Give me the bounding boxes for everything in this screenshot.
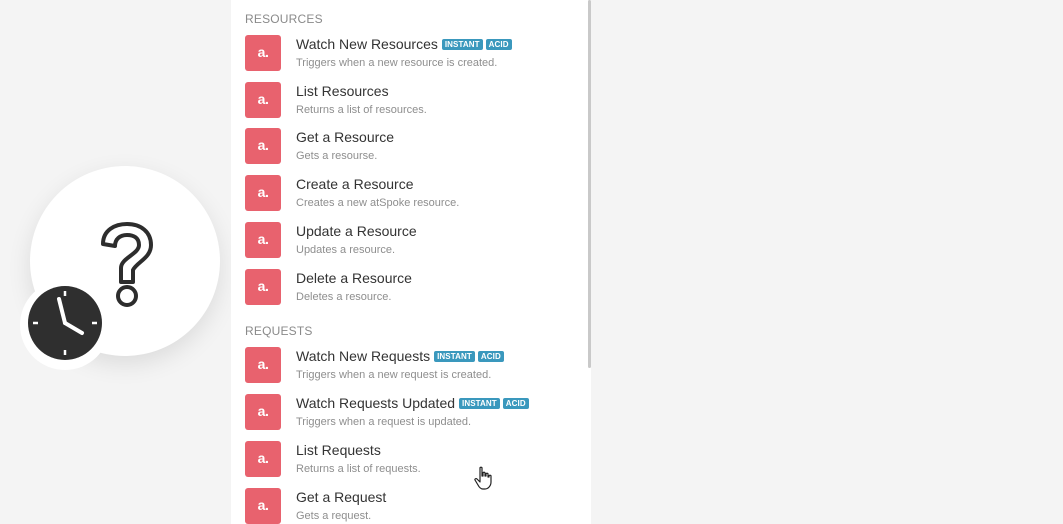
module-description: Gets a resourse. (296, 150, 378, 162)
module-description: Returns a list of requests. (296, 463, 421, 475)
acid-badge: ACID (485, 38, 512, 50)
atspoke-app-icon: a. (245, 222, 281, 258)
module-item-delete-a-resource[interactable]: a. Delete a Resource Deletes a resource. (245, 269, 575, 313)
module-title: Watch New Resources INSTANT ACID (296, 36, 512, 52)
module-item-get-a-resource[interactable]: a. Get a Resource Gets a resourse. (245, 128, 575, 172)
module-description: Creates a new atSpoke resource. (296, 197, 460, 209)
module-title: Watch Requests Updated INSTANT ACID (296, 395, 529, 411)
module-description: Triggers when a new resource is created. (296, 57, 498, 69)
atspoke-app-icon: a. (245, 394, 281, 430)
module-list-panel: RESOURCES a. Watch New Resources INSTANT… (231, 0, 591, 524)
module-item-list-requests[interactable]: a. List Requests Returns a list of reque… (245, 441, 575, 485)
module-item-watch-new-resources[interactable]: a. Watch New Resources INSTANT ACID Trig… (245, 35, 575, 79)
atspoke-app-icon: a. (245, 128, 281, 164)
atspoke-app-icon: a. (245, 347, 281, 383)
atspoke-app-icon: a. (245, 441, 281, 477)
module-description: Deletes a resource. (296, 291, 392, 303)
module-item-watch-requests-updated[interactable]: a. Watch Requests Updated INSTANT ACID T… (245, 394, 575, 438)
acid-badge: ACID (477, 350, 504, 362)
module-title: Watch New Requests INSTANT ACID (296, 348, 504, 364)
scrollbar-thumb[interactable] (588, 0, 591, 368)
module-item-create-a-resource[interactable]: a. Create a Resource Creates a new atSpo… (245, 175, 575, 219)
hand-cursor-icon (474, 466, 492, 490)
atspoke-app-icon: a. (245, 82, 281, 118)
module-description: Gets a request. (296, 510, 372, 522)
section-header-resources: RESOURCES (245, 12, 323, 26)
module-item-update-a-resource[interactable]: a. Update a Resource Updates a resource. (245, 222, 575, 266)
module-description: Updates a resource. (296, 244, 396, 256)
instant-badge: INSTANT (441, 38, 483, 50)
schedule-badge[interactable] (20, 280, 110, 370)
module-item-list-resources[interactable]: a. List Resources Returns a list of reso… (245, 82, 575, 126)
atspoke-app-icon: a. (245, 175, 281, 211)
module-title: Update a Resource (296, 223, 417, 239)
question-mark-icon (101, 222, 153, 307)
instant-badge: INSTANT (459, 397, 500, 409)
module-item-watch-new-requests[interactable]: a. Watch New Requests INSTANT ACID Trigg… (245, 347, 575, 391)
module-title: Get a Request (296, 489, 387, 505)
module-description: Returns a list of resources. (296, 104, 427, 116)
module-description: Triggers when a request is updated. (296, 416, 472, 428)
atspoke-app-icon: a. (245, 35, 281, 71)
module-title: List Resources (296, 83, 389, 99)
module-title: Get a Resource (296, 129, 395, 145)
module-title: Delete a Resource (296, 270, 412, 286)
clock-icon (28, 286, 102, 360)
acid-badge: ACID (502, 397, 529, 409)
module-title: Create a Resource (296, 176, 414, 192)
module-item-get-a-request[interactable]: a. Get a Request Gets a request. (245, 488, 575, 524)
section-header-requests: REQUESTS (245, 324, 313, 338)
module-title: List Requests (296, 442, 381, 458)
atspoke-app-icon: a. (245, 488, 281, 524)
module-description: Triggers when a new request is created. (296, 369, 492, 381)
atspoke-app-icon: a. (245, 269, 281, 305)
instant-badge: INSTANT (434, 350, 475, 362)
